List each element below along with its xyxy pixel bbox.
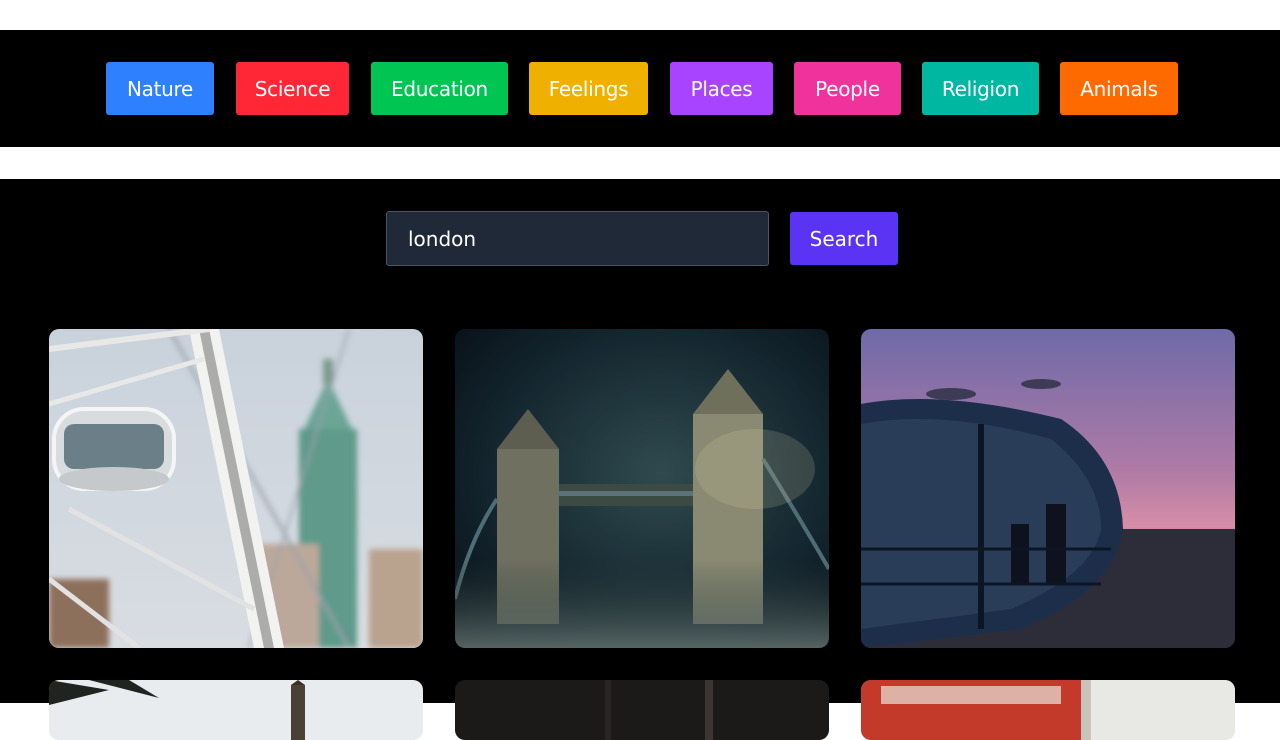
category-button-religion[interactable]: Religion [922,62,1039,115]
category-button-places[interactable]: Places [670,62,773,115]
search-input[interactable] [386,211,769,266]
category-button-feelings[interactable]: Feelings [529,62,648,115]
gallery-image-london-eye-pod-sunset[interactable] [861,329,1235,648]
gallery-image-london-eye-capsule[interactable] [49,329,423,648]
main-content: Search [0,179,1280,740]
search-button[interactable]: Search [790,212,898,265]
category-button-people[interactable]: People [794,62,901,115]
gallery-image-tower-bridge-night[interactable] [455,329,829,648]
category-button-science[interactable]: Science [236,62,349,115]
gallery-image-big-ben-trees[interactable] [49,680,423,740]
category-bar: Nature Science Education Feelings Places… [0,30,1280,147]
category-button-animals[interactable]: Animals [1060,62,1178,115]
category-button-nature[interactable]: Nature [106,62,214,115]
gallery-image-dark-street[interactable] [455,680,829,740]
gallery-image-red-bus[interactable] [861,680,1235,740]
category-button-education[interactable]: Education [371,62,508,115]
